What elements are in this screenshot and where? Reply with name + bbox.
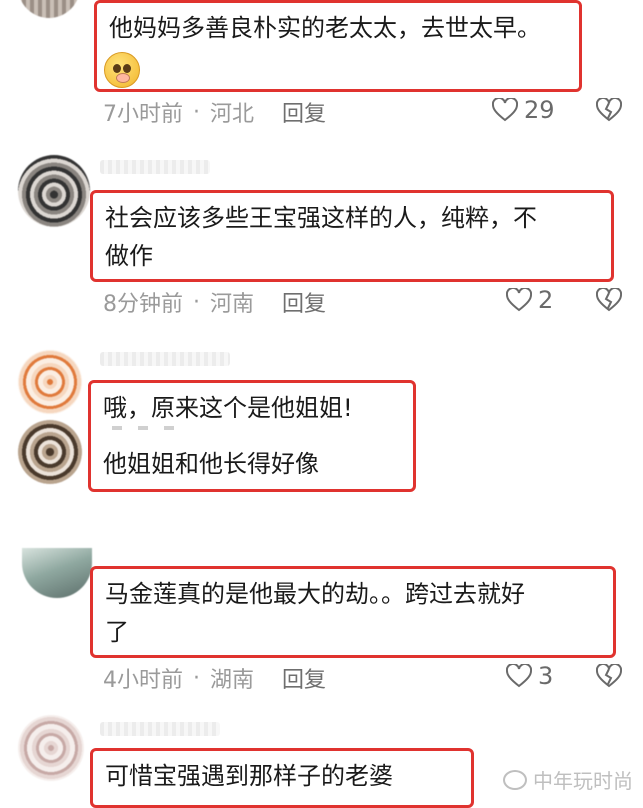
comment-meta: 4小时前 · 湖南 回复 [103, 662, 326, 694]
weibo-icon [503, 769, 527, 790]
comment-time: 8分钟前 [103, 292, 183, 317]
watermark-text: 中年玩时尚 [533, 769, 633, 793]
meta-separator: · [193, 289, 200, 315]
comment-text: 了 [105, 618, 129, 646]
broken-heart-icon[interactable] [596, 288, 622, 312]
comment-time: 4小时前 [103, 668, 183, 693]
pleading-face-emoji [104, 52, 140, 88]
comment-text: 做作 [105, 242, 153, 270]
avatar[interactable] [18, 420, 82, 484]
comment-bubble: 马金莲真的是他最大的劫。。跨过去就好 了 [90, 566, 616, 658]
placeholder-dashes [112, 426, 182, 430]
like-button[interactable]: 3 [506, 662, 553, 690]
comment-meta: 7小时前 · 河北 回复 [103, 96, 326, 128]
like-count: 2 [538, 286, 554, 314]
comment-bubble: 社会应该多些王宝强这样的人，纯粹，不 做作 [90, 190, 614, 282]
meta-separator: · [193, 665, 200, 691]
comment-time: 7小时前 [103, 102, 183, 127]
comment-text: 他妈妈多善良朴实的老太太，去世太早。 [109, 14, 541, 42]
like-button[interactable]: 29 [492, 96, 555, 124]
avatar[interactable] [18, 155, 90, 227]
broken-heart-icon[interactable] [596, 664, 622, 688]
like-count: 29 [524, 96, 555, 124]
like-count: 3 [538, 662, 554, 690]
comment-text: 社会应该多些王宝强这样的人，纯粹，不 [105, 204, 537, 232]
comment-bubble: 可惜宝强遇到那样子的老婆 [90, 748, 474, 808]
like-button[interactable]: 2 [506, 286, 553, 314]
username-blurred [100, 160, 210, 174]
reply-button[interactable]: 回复 [282, 96, 326, 128]
heart-icon [492, 98, 518, 122]
comment-bubble: 哦，原来这个是他姐姐! 他姐姐和他长得好像 [88, 380, 416, 492]
comment-text: 可惜宝强遇到那样子的老婆 [105, 762, 393, 790]
comment-location: 湖南 [210, 668, 255, 693]
comment-text: 马金莲真的是他最大的劫。。跨过去就好 [105, 580, 525, 608]
avatar[interactable] [18, 350, 82, 414]
avatar[interactable] [18, 0, 80, 18]
broken-heart-icon[interactable] [596, 98, 622, 122]
username-blurred [100, 722, 220, 736]
comment-meta: 8分钟前 · 河南 回复 [103, 286, 326, 318]
meta-separator: · [193, 99, 200, 125]
heart-icon [506, 288, 532, 312]
comment-text: 他姐姐和他长得好像 [103, 450, 319, 478]
username-blurred [100, 352, 230, 366]
avatar[interactable] [22, 548, 92, 598]
watermark: 中年玩时尚 [503, 765, 633, 794]
comment-text: 哦，原来这个是他姐姐! [103, 394, 353, 422]
heart-icon [506, 664, 532, 688]
comment-bubble: 他妈妈多善良朴实的老太太，去世太早。 [94, 0, 582, 92]
comment-location: 河北 [210, 102, 255, 127]
avatar[interactable] [18, 715, 84, 781]
reply-button[interactable]: 回复 [282, 662, 326, 694]
comment-location: 河南 [210, 292, 255, 317]
reply-button[interactable]: 回复 [282, 286, 326, 318]
